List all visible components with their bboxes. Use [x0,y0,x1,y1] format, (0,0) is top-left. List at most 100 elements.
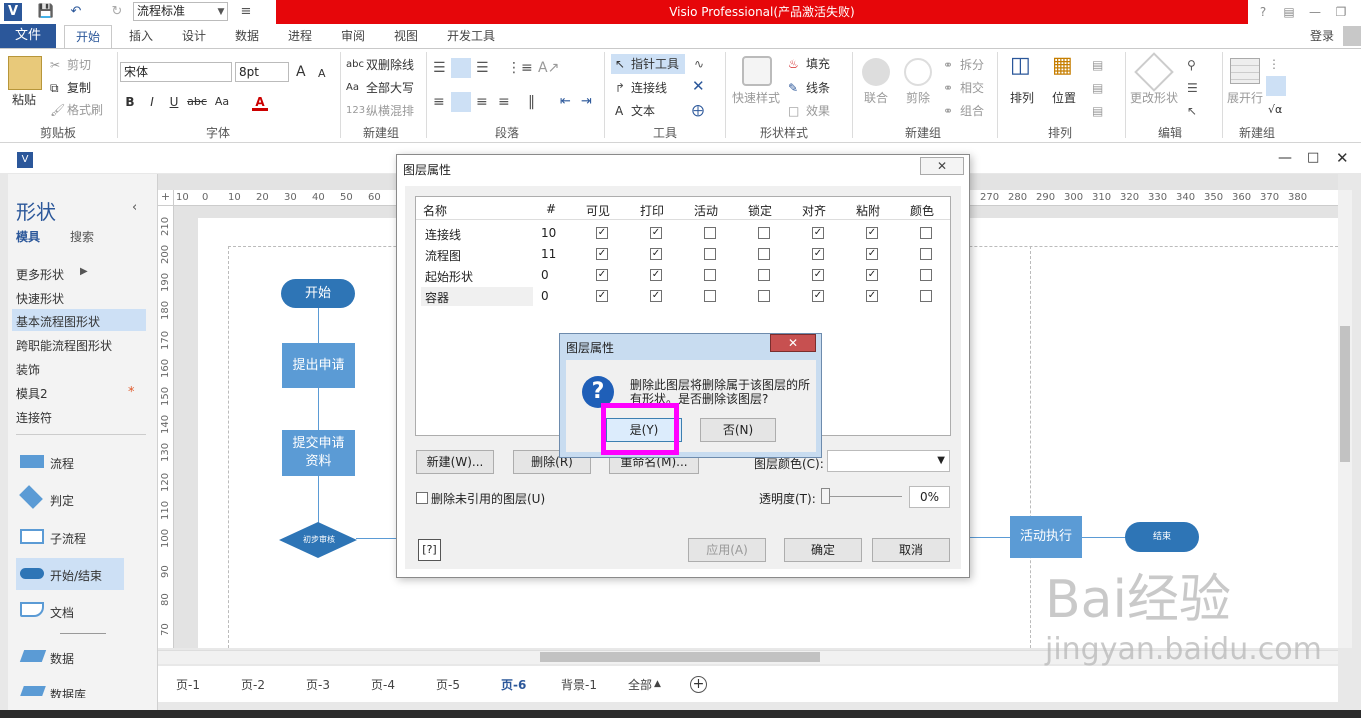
change-case-button[interactable]: Aa [210,93,234,111]
align-right-icon[interactable]: ≡ [476,94,488,110]
flow-submit[interactable]: 提交申请资料 [282,430,355,476]
cancel-button[interactable]: 取消 [872,538,950,562]
distribute-objects-icon[interactable]: ▤ [1092,103,1103,119]
align-top-icon[interactable]: ☰ [433,60,446,76]
fragment-icon[interactable] [904,58,932,86]
layer-active-checkbox[interactable] [704,227,716,239]
effects-button[interactable]: 效果 [806,103,830,119]
change-shape-button[interactable]: 更改形状 [1130,90,1178,106]
expand-row-icon[interactable] [1230,58,1260,84]
layer-glue-checkbox[interactable]: ✓ [866,269,878,281]
basic-flowchart-item[interactable]: 基本流程图形状 [16,313,100,330]
align-bottom-icon[interactable]: ☰ [476,60,489,76]
col-header-glue[interactable]: 粘附 [856,202,880,219]
bullets-icon[interactable]: ⋮≡ [507,60,533,76]
collapse-panel-icon[interactable]: ‹ [132,200,137,215]
all-caps-button[interactable]: 全部大写 [366,80,414,96]
position-button[interactable]: 位置 [1052,90,1076,106]
layer-snap-checkbox[interactable]: ✓ [812,248,824,260]
split-icon[interactable]: ⚭ [943,57,953,73]
layer-glue-checkbox[interactable]: ✓ [866,227,878,239]
layer-dialog-close-icon[interactable]: ✕ [920,157,964,175]
flow-execute[interactable]: 活动执行 [1010,516,1082,558]
avatar[interactable] [1343,26,1361,46]
apply-button[interactable]: 应用(A) [688,538,766,562]
layer-name-cell[interactable]: 流程图 [425,247,461,264]
ok-button[interactable]: 确定 [784,538,862,562]
layer-color-checkbox[interactable] [920,269,932,281]
layer-visible-checkbox[interactable]: ✓ [596,227,608,239]
effects-icon[interactable]: □ [788,103,799,119]
connection-point-icon[interactable]: ∿ [694,56,704,72]
ruler-corner-icon[interactable]: + [158,190,174,206]
redo-icon[interactable]: ↻ [108,3,126,21]
layer-visible-checkbox[interactable]: ✓ [596,269,608,281]
snap-icon[interactable] [1266,76,1286,96]
layer-color-checkbox[interactable] [920,248,932,260]
line-button[interactable]: 线条 [806,80,830,96]
select-icon[interactable]: ↖ [1187,103,1197,119]
double-strike-icon[interactable]: abc [346,57,364,73]
arrange-button[interactable]: 排列 [1010,90,1034,106]
vertical-text-button[interactable]: 纵横混排 [366,103,414,119]
page-tab-4[interactable]: 页-4 [371,676,395,693]
layer-color-select[interactable]: ▼ [827,450,950,472]
col-header-active[interactable]: 活动 [694,202,718,219]
page-tab-3[interactable]: 页-3 [306,676,330,693]
justify-icon[interactable]: ≡ [498,94,510,110]
align-left-icon[interactable]: ≡ [433,94,445,110]
connector-icon[interactable]: ↱ [615,80,625,96]
layer-active-checkbox[interactable] [704,269,716,281]
connector-tool-button[interactable]: 连接线 [631,80,667,96]
layer-name-cell[interactable]: 起始形状 [425,268,473,285]
undo-icon[interactable]: ↶ [67,3,85,21]
doc-restore-icon[interactable]: □ [1307,150,1319,165]
split-button[interactable]: 拆分 [960,57,984,73]
flow-start[interactable]: 开始 [281,279,355,308]
tab-process[interactable]: 进程 [280,24,320,48]
tab-data[interactable]: 数据 [227,24,267,48]
help-icon[interactable]: [?] [418,539,441,561]
tab-developer[interactable]: 开发工具 [441,24,501,48]
layer-name-cell[interactable]: 连接线 [425,226,461,243]
combine-icon[interactable]: ⚭ [943,103,953,119]
tab-stencils[interactable]: 模具 [16,228,40,245]
vertical-scroll-thumb[interactable] [1340,326,1350,462]
shape-process[interactable]: 流程 [50,455,74,472]
tab-review[interactable]: 审阅 [333,24,373,48]
save-icon[interactable]: 💾 [37,3,55,21]
layer-snap-checkbox[interactable]: ✓ [812,290,824,302]
doc-minimize-icon[interactable]: — [1278,150,1292,166]
tab-search[interactable]: 搜索 [70,228,94,245]
style-select-chevron-icon[interactable]: ▼ [212,3,230,21]
fill-icon[interactable]: ♨ [788,56,799,72]
col-header-print[interactable]: 打印 [640,202,664,219]
copy-icon[interactable]: ⧉ [50,80,59,96]
shape-start-end[interactable]: 开始/结束 [50,567,102,584]
font-grow-button[interactable]: A [296,64,306,80]
layer-color-checkbox[interactable] [920,290,932,302]
italic-button[interactable]: I [144,93,160,111]
tab-design[interactable]: 设计 [174,24,214,48]
equation-icon[interactable]: √α [1268,102,1282,118]
connector-line[interactable] [968,537,1010,538]
text-tool-button[interactable]: 文本 [631,103,655,119]
stencil2-item[interactable]: 模具2 [16,385,48,402]
layer-active-checkbox[interactable] [704,248,716,260]
cross-functional-item[interactable]: 跨职能流程图形状 [16,337,112,354]
page-tab-1[interactable]: 页-1 [176,676,200,693]
col-header-count[interactable]: # [546,202,556,216]
group-objects-icon[interactable]: ▤ [1092,80,1103,96]
layer-name-cell[interactable]: 容器 [425,289,449,306]
layer-print-checkbox[interactable]: ✓ [650,290,662,302]
shape-document[interactable]: 文档 [50,604,74,621]
font-color-button[interactable]: A [252,93,268,111]
combine-button[interactable]: 组合 [960,103,984,119]
flow-end[interactable]: 结束 [1125,522,1199,552]
fill-button[interactable]: 填充 [806,56,830,72]
shape-decision[interactable]: 判定 [50,492,74,509]
distribute-icon[interactable]: ‖ [528,94,535,110]
layer-lock-checkbox[interactable] [758,248,770,260]
close-x-icon[interactable]: ✕ [692,78,705,94]
chevron-up-icon[interactable]: ▲ [654,679,661,689]
